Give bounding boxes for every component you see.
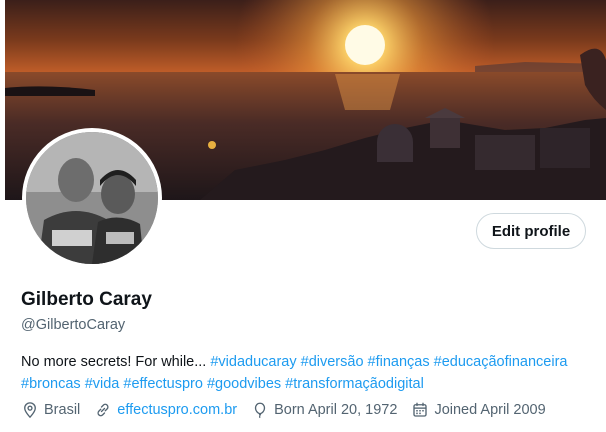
hashtag-link[interactable]: #diversão: [301, 354, 364, 370]
link-icon: [97, 403, 109, 417]
location-text: Brasil: [44, 402, 81, 418]
profile-metadata: Brasil effectuspro.com.br Born April 20,…: [21, 401, 560, 419]
profile-display-name: Gilberto Caray: [21, 289, 152, 310]
hashtag-link[interactable]: #goodvibes: [207, 376, 281, 392]
profile-bio: No more secrets! For while... #vidaducar…: [21, 351, 591, 395]
bio-text: No more secrets! For while...: [21, 354, 207, 370]
profile-avatar-frame[interactable]: [22, 128, 162, 268]
profile-joined: Joined April 2009: [411, 401, 546, 419]
hashtag-link[interactable]: #vidaducaray: [210, 354, 296, 370]
avatar-photo: [26, 132, 158, 264]
profile-location: Brasil: [21, 401, 80, 419]
location-pin-icon: [24, 402, 36, 419]
joined-text: Joined April 2009: [434, 402, 546, 418]
hashtag-link[interactable]: #effectuspro: [123, 376, 203, 392]
hashtag-link[interactable]: #broncas: [21, 376, 81, 392]
hashtag-link[interactable]: #vida: [85, 376, 120, 392]
birthday-text: Born April 20, 1972: [274, 402, 398, 418]
website-link[interactable]: effectuspro.com.br: [117, 402, 237, 418]
balloon-icon: [254, 402, 266, 419]
edit-profile-button[interactable]: Edit profile: [476, 213, 586, 249]
avatar[interactable]: [26, 132, 158, 264]
hashtag-link[interactable]: #transformaçãodigital: [285, 376, 424, 392]
profile-website: effectuspro.com.br: [94, 401, 237, 419]
calendar-icon: [413, 402, 428, 417]
hashtag-link[interactable]: #educaçãofinanceira: [434, 354, 568, 370]
hashtag-link[interactable]: #finanças: [368, 354, 430, 370]
profile-handle: @GilbertoCaray: [21, 317, 126, 333]
profile-birthday: Born April 20, 1972: [251, 401, 397, 419]
